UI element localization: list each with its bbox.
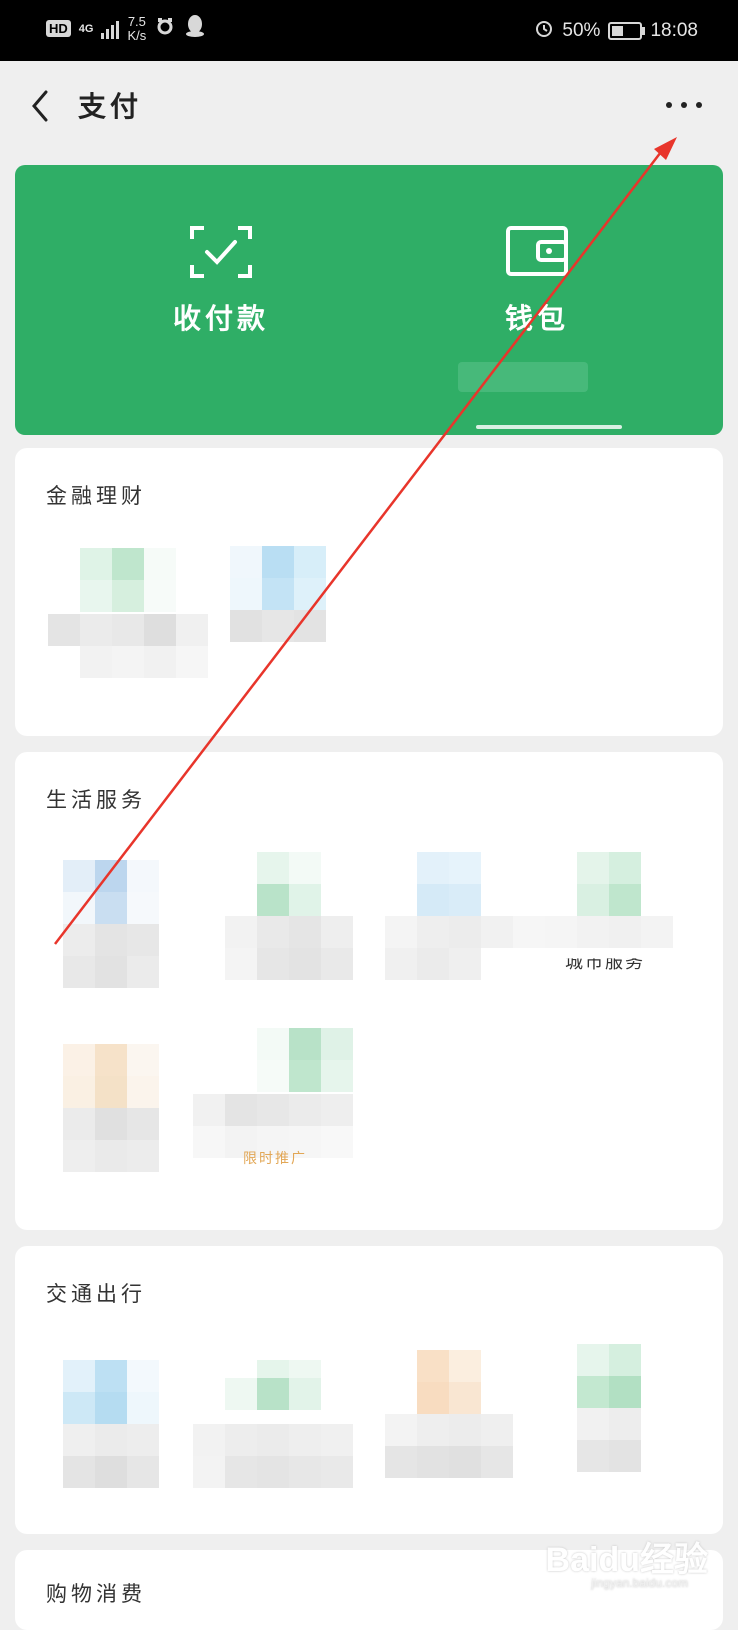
section-title-transport: 交通出行: [46, 1282, 146, 1306]
blurred-icon: [63, 1360, 159, 1392]
network-speed: 7.5 K/s: [127, 13, 147, 43]
transport-tile-3[interactable]: [385, 1350, 545, 1490]
app-header: 支付: [0, 61, 738, 151]
speed-unit: K/s: [127, 27, 147, 43]
alarm-icon: [534, 18, 554, 44]
speed-value: 7.5: [127, 13, 146, 29]
life-tile-promo[interactable]: 限时推广: [193, 1028, 373, 1178]
transport-tile-4[interactable]: [577, 1344, 677, 1484]
status-right: 50% 18:08: [534, 18, 698, 44]
watermark-brand: Baidu经验: [545, 1541, 708, 1579]
blurred-label: [193, 1424, 353, 1456]
network-type: 4G: [78, 22, 94, 35]
transport-tile-1[interactable]: [63, 1360, 183, 1490]
blurred-label: [63, 924, 159, 956]
blurred-label: [193, 1094, 353, 1126]
finance-tile-1[interactable]: [30, 548, 210, 678]
battery-icon: [608, 22, 646, 40]
wallet-label: 钱包: [504, 302, 569, 335]
page-title: 支付: [78, 90, 143, 123]
blurred-icon: [80, 548, 176, 580]
blurred-label: [63, 1108, 159, 1140]
battery-percent: 50%: [562, 20, 601, 41]
blurred-icon: [230, 546, 326, 578]
baidu-watermark: Baidu经验 jingyan.baidu.com: [545, 1532, 708, 1590]
wallet-button[interactable]: 钱包: [447, 225, 627, 337]
status-left: HD 4G 7.5 K/s: [46, 14, 206, 43]
blurred-icon: [257, 1028, 353, 1060]
section-title-life: 生活服务: [46, 788, 146, 812]
section-title-finance: 金融理财: [46, 484, 146, 508]
qq-icon: [184, 14, 206, 43]
wallet-icon: [506, 226, 568, 276]
scan-check-icon: [190, 226, 252, 278]
blurred-icon: [257, 852, 321, 884]
blurred-label: [230, 610, 326, 642]
wallet-balance-blurred: [458, 362, 588, 392]
wallet-underline: [476, 425, 622, 429]
life-tile-2[interactable]: [225, 852, 353, 988]
pay-wallet-card: 收付款 钱包: [15, 165, 723, 435]
receive-pay-button[interactable]: 收付款: [131, 225, 311, 337]
blurred-label: [225, 916, 353, 948]
more-button[interactable]: [664, 91, 704, 119]
blurred-label: [48, 614, 208, 646]
hd-badge: HD: [46, 20, 71, 37]
section-title-shopping: 购物消费: [46, 1582, 146, 1606]
vpn-icon: [154, 15, 176, 42]
clock: 18:08: [650, 20, 698, 41]
blurred-label: [385, 1414, 513, 1446]
finance-tile-2[interactable]: [230, 546, 350, 666]
blurred-icon: [577, 852, 641, 884]
promo-tag: 限时推广: [243, 1151, 307, 1167]
status-bar: HD 4G 7.5 K/s 50% 18:08: [0, 0, 738, 61]
blurred-label: [545, 916, 673, 948]
transport-tile-2[interactable]: [193, 1360, 373, 1490]
receive-pay-label: 收付款: [172, 302, 269, 335]
life-tile-1[interactable]: [63, 860, 183, 988]
life-tile-3[interactable]: [385, 852, 545, 980]
blurred-icon: [63, 1044, 159, 1076]
signal-icon: [101, 19, 120, 39]
blurred-icon: [63, 860, 159, 892]
life-tile-4[interactable]: 城市服务: [545, 852, 705, 973]
section-life: 生活服务 城市服务 限时推广: [15, 752, 723, 1230]
blurred-label: [577, 1408, 641, 1440]
back-button[interactable]: [28, 89, 54, 123]
watermark-site: jingyan.baidu.com: [591, 1576, 688, 1590]
city-service-label: 城市服务: [565, 952, 645, 973]
life-tile-5[interactable]: [63, 1044, 183, 1180]
chevron-left-icon: [32, 90, 48, 122]
section-transport: 交通出行: [15, 1246, 723, 1534]
blurred-icon: [417, 1350, 481, 1382]
blurred-label: [63, 1424, 159, 1456]
blurred-label: [385, 916, 545, 948]
section-finance: 金融理财: [15, 448, 723, 736]
blurred-icon: [417, 852, 481, 884]
blurred-icon: [577, 1344, 641, 1376]
